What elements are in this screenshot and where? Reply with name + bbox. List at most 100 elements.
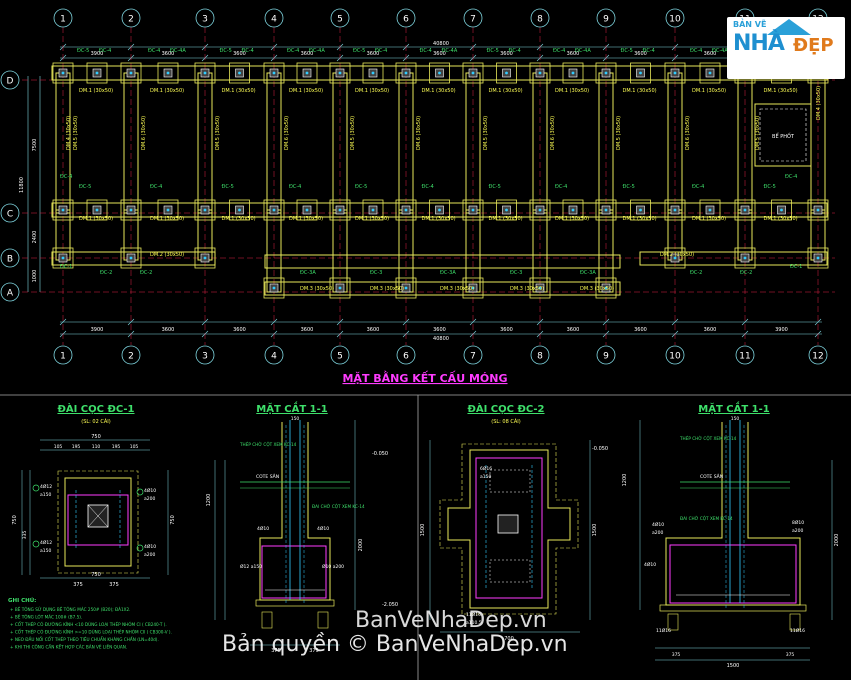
svg-text:3: 3	[202, 15, 208, 25]
svg-text:6: 6	[403, 15, 409, 25]
plan-beam-label: DM.2 (30x50)	[150, 252, 184, 258]
dc1-dim-105: 105	[54, 444, 63, 450]
plan-beam-label: DM.1 (30x50)	[692, 216, 726, 222]
watermark-copyright: Bản quyền © BanVeNhaDep.vn	[222, 632, 568, 657]
plan-beam-label: ĐC-3	[370, 270, 382, 276]
plan-beam-label: DM.4 (30x50)	[816, 86, 822, 120]
section-b-level-1: -0.050	[592, 446, 608, 452]
span-dim: 3600	[433, 327, 446, 333]
span-dim: 3600	[634, 327, 647, 333]
plan-beam-label: DM.1 (30x50)	[289, 216, 323, 222]
dc1-dim-195: 195	[72, 444, 81, 450]
plan-beam-label: ĐC-4	[692, 184, 704, 190]
dc1-dim-375a: 375	[73, 582, 83, 588]
plan-beam-label: ĐC-4	[553, 48, 565, 54]
plan-beam-label: DM.2 (30x50)	[660, 252, 694, 258]
plan-beam-label: ĐC-3	[510, 270, 522, 276]
plan-beam-label: ĐC-2	[690, 270, 702, 276]
plan-beam-label: DM.6 (30x50)	[284, 116, 290, 150]
svg-text:5: 5	[337, 352, 343, 362]
plan-beam-label: ĐC-4	[643, 48, 655, 54]
plan-beam-label: ĐC-5	[355, 184, 367, 190]
section-b-dai: ĐAI CHỜ CỘT XEM KC-14	[680, 516, 733, 521]
note-line: + BÊ TÔNG LÓT MÁC 100# (B7.5).	[10, 615, 82, 620]
row-dim-2: 2400	[32, 231, 38, 244]
plan-beam-label: DM.1 (30x50)	[422, 216, 456, 222]
section-b-rebar-2: 8Ø10	[792, 519, 804, 526]
logo-line1: BẢN VẼ	[733, 20, 767, 29]
svg-text:2: 2	[128, 15, 134, 25]
dc1-dim-195b: 195	[112, 444, 121, 450]
row-dim-3: 1000	[32, 270, 38, 283]
plan-beam-label: ĐC-4	[150, 184, 162, 190]
section-a-rebar-1: 4Ø10	[257, 525, 269, 532]
note-line: + CỐT THÉP CÓ ĐƯỜNG KÍNH >=10 DÙNG LOẠI …	[10, 630, 172, 635]
section-a-level-1: -0.050	[372, 451, 388, 457]
septic-tank-label: BỂ PHỐT	[772, 132, 795, 140]
plan-beam-label: ĐC-4	[242, 48, 254, 54]
svg-text:3: 3	[202, 352, 208, 362]
section-a-rebar-2: 4Ø10	[317, 525, 329, 532]
plan-beam-label: DM.1 (30x50)	[623, 216, 657, 222]
note-line: + BÊ TÔNG SỬ DỤNG BÊ TÔNG MÁC 250# (B20)…	[10, 607, 131, 612]
plan-beam-label: ĐC-4	[148, 48, 160, 54]
svg-text:11: 11	[739, 352, 750, 362]
plan-beam-label: ĐC-4	[422, 184, 434, 190]
svg-text:9: 9	[603, 352, 609, 362]
section-b-rebar-4: 11Ø16	[790, 627, 805, 634]
section-b-dim-1500: 1500	[727, 663, 740, 669]
plan-beam-label: ĐC-4	[287, 48, 299, 54]
svg-text:5: 5	[337, 15, 343, 25]
row-dim-total: 11800	[19, 177, 25, 193]
plan-beam-label: DM.1 (30x50)	[79, 216, 113, 222]
dc2-rebar-1a: a150	[480, 474, 491, 480]
dc1-dim-750: 750	[91, 434, 101, 440]
plan-beam-label: DM.1 (30x50)	[489, 216, 523, 222]
plan-beam-label: DM.1 (30x50)	[692, 88, 726, 94]
logo-line2: NHÀ	[733, 31, 785, 56]
section-b-rebar-5: 11Ø16	[656, 627, 671, 634]
dc1-dim-335: 335	[22, 531, 28, 540]
plan-beam-label: DM.4 (30x50)	[66, 116, 72, 150]
plan-beam-label: DM.5 (30x50)	[483, 116, 489, 150]
plan-beam-label: DM.1 (30x50)	[764, 88, 798, 94]
svg-text:1: 1	[60, 352, 66, 362]
section-a-rebar-4: Ø10 a200	[322, 563, 344, 570]
plan-beam-label: ĐC-3A	[580, 270, 596, 276]
dc2-dim-1500: 1500	[420, 524, 426, 537]
section-b-rebar-2a: a200	[792, 528, 803, 534]
dc2-dim-1500b: 1500	[592, 524, 598, 537]
svg-text:1: 1	[60, 15, 66, 25]
plan-beam-label: DM.3 (30x50)	[370, 286, 404, 292]
dc2-title: ĐÀI CỌC ĐC-2	[467, 402, 544, 415]
plan-beam-label: ĐC-2	[740, 270, 752, 276]
dc1-rebar-3: 4Ø12	[40, 539, 52, 546]
section-b-tie: THÉP CHỜ CỘT XEM KC-14	[679, 436, 737, 441]
plan-beam-label: DM.5 (30x50)	[73, 116, 79, 150]
dc1-rebar-4: 4Ø10	[144, 543, 156, 550]
note-line: + NEO ĐẦU NỐI CỐT THÉP THEO TIÊU CHUẨN K…	[10, 637, 159, 642]
span-dim: 3600	[162, 327, 175, 333]
dc1-title: ĐÀI CỌC ĐC-1	[57, 402, 134, 415]
plan-beam-label: DM.5 (30x50)	[215, 116, 221, 150]
dc1-rebar-2: 4Ø10	[144, 487, 156, 494]
plan-beam-label: ĐC-1	[60, 264, 72, 270]
svg-text:4: 4	[271, 352, 277, 362]
svg-text:6: 6	[403, 352, 409, 362]
svg-text:8: 8	[537, 352, 543, 362]
section-a-dai: ĐAI CHỜ CỘT XEM KC-14	[312, 504, 365, 509]
plan-beam-label: ĐC-4	[690, 48, 702, 54]
section-b-rebar-3: 4Ø10	[644, 561, 656, 568]
span-dim: 3600	[567, 327, 580, 333]
notes-title: GHI CHÚ:	[8, 597, 36, 604]
cad-drawing-canvas: 123456789101112 123456789101112 DCBA 408…	[0, 0, 851, 680]
plan-beam-label: ĐC-4	[375, 48, 387, 54]
plan-beam-label: DM.3 (30x50)	[440, 286, 474, 292]
svg-text:8: 8	[537, 15, 543, 25]
dc1-dim-750b: 750	[91, 572, 101, 578]
section-a-rebar-3: Ø12 a150	[240, 563, 262, 570]
svg-text:2: 2	[128, 352, 134, 362]
svg-text:4: 4	[271, 15, 277, 25]
plan-beam-label: ĐC-4	[289, 184, 301, 190]
plan-beam-label: DM.3 (30x50)	[510, 286, 544, 292]
